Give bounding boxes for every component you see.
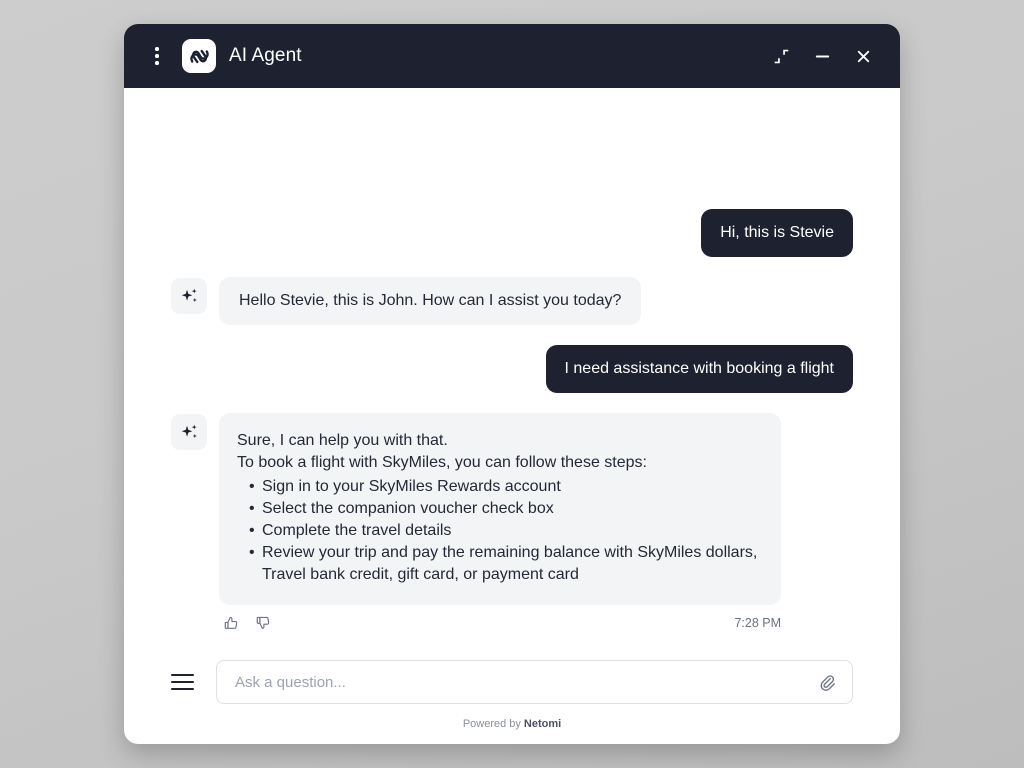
user-message-bubble: Hi, this is Stevie — [701, 209, 853, 257]
minimize-icon — [813, 47, 832, 66]
list-item: Review your trip and pay the remaining b… — [262, 542, 759, 586]
agent-message-line-2: To book a flight with SkyMiles, you can … — [237, 452, 759, 474]
message-row-user: I need assistance with booking a flight — [171, 345, 853, 393]
message-feedback-row: 7:28 PM — [219, 611, 781, 651]
agent-message-line-1: Sure, I can help you with that. — [237, 430, 759, 452]
collapse-button[interactable] — [766, 41, 796, 71]
message-timestamp: 7:28 PM — [734, 616, 781, 630]
message-list: Hi, this is Stevie Hello Stevie, this is… — [124, 88, 900, 651]
thumbs-down-button[interactable] — [251, 611, 275, 635]
thumbs-up-icon — [223, 615, 240, 632]
page-title: AI Agent — [229, 45, 302, 67]
attach-file-button[interactable] — [814, 669, 840, 695]
kebab-menu-icon[interactable] — [144, 43, 170, 69]
agent-message-bubble: Sure, I can help you with that. To book … — [219, 413, 781, 605]
sparkle-icon — [171, 414, 207, 450]
list-item: Complete the travel details — [262, 520, 759, 542]
chat-widget-window: AI Agent Hi, this is Stevie — [124, 24, 900, 744]
hamburger-menu-icon[interactable] — [171, 669, 197, 695]
agent-message-bubble: Hello Stevie, this is John. How can I as… — [219, 277, 641, 325]
collapse-icon — [773, 48, 790, 65]
agent-message-steps-list: Sign in to your SkyMiles Rewards account… — [237, 476, 759, 586]
message-composer — [124, 651, 900, 704]
netomi-brand-label: Netomi — [524, 718, 561, 730]
list-item: Sign in to your SkyMiles Rewards account — [262, 476, 759, 498]
message-row-agent: Sure, I can help you with that. To book … — [171, 413, 853, 605]
powered-by-label: Powered by — [463, 718, 521, 730]
close-button[interactable] — [848, 41, 878, 71]
thumbs-up-button[interactable] — [219, 611, 243, 635]
paperclip-icon — [818, 673, 837, 692]
close-icon — [854, 47, 873, 66]
question-input-wrapper[interactable] — [216, 660, 853, 704]
search-input[interactable] — [233, 673, 814, 692]
message-row-agent: Hello Stevie, this is John. How can I as… — [171, 277, 853, 325]
list-item: Select the companion voucher check box — [262, 498, 759, 520]
thumbs-down-icon — [255, 615, 272, 632]
message-row-user: Hi, this is Stevie — [171, 209, 853, 257]
user-message-bubble: I need assistance with booking a flight — [546, 345, 854, 393]
sparkle-icon — [171, 278, 207, 314]
minimize-button[interactable] — [807, 41, 837, 71]
powered-by-footer: Powered by Netomi — [124, 704, 900, 744]
widget-header: AI Agent — [124, 24, 900, 88]
netomi-logo-icon — [182, 39, 216, 73]
